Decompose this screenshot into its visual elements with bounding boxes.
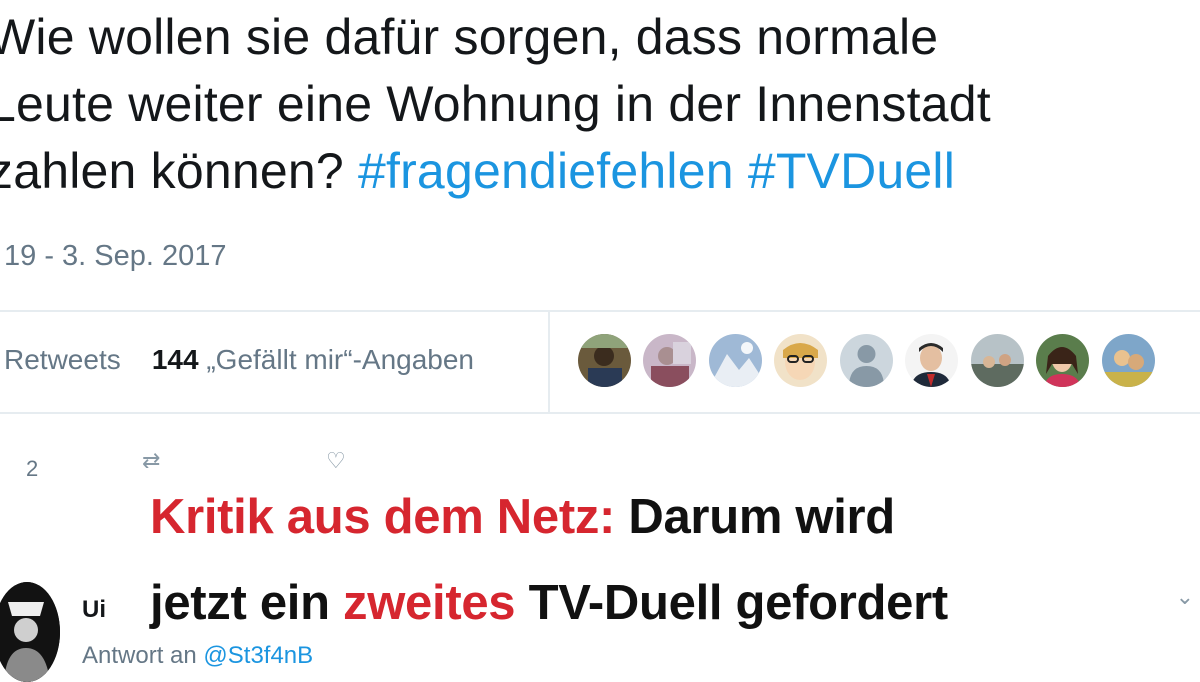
reply-count[interactable]: 2 — [26, 456, 38, 482]
avatar[interactable] — [1101, 334, 1155, 387]
avatar[interactable] — [643, 334, 697, 387]
headline-text: Darum wird — [628, 490, 895, 544]
reply-to-line: Antwort an @St3f4nB — [82, 642, 313, 670]
tweet-line-1: Wie wollen sie dafür sorgen, dass normal… — [0, 9, 939, 65]
divider — [548, 312, 550, 412]
avatar[interactable] — [578, 334, 631, 387]
reply-to-label: Antwort an — [82, 642, 197, 669]
likes-count[interactable]: 144 — [152, 344, 199, 375]
headline-line-1: Kritik aus dem Netz: Darum wird — [150, 474, 1110, 560]
reply-username[interactable]: Ui — [82, 596, 106, 624]
avatar[interactable] — [774, 334, 828, 387]
avatar[interactable] — [1036, 334, 1090, 387]
avatar[interactable] — [839, 334, 893, 387]
avatar[interactable] — [905, 334, 959, 387]
avatar[interactable] — [0, 582, 60, 682]
tweet-line-3: zahlen können? #fragendiefehlen #TVDuell — [0, 138, 1200, 205]
reply-item: Ui Antwort an @St3f4nB ⌄ — [0, 570, 1200, 682]
tweet-text: Wie wollen sie dafür sorgen, dass normal… — [0, 4, 1200, 205]
tweet-line-3-text: zahlen können? — [0, 143, 344, 199]
hashtag-link[interactable]: #fragendiefehlen — [358, 143, 734, 199]
avatar[interactable] — [970, 334, 1024, 387]
retweets-label[interactable]: Retweets — [4, 344, 121, 375]
liker-avatars — [578, 334, 1163, 390]
tweet-stats: Retweets 144 „Gefällt mir“-Angaben — [0, 312, 1200, 412]
hashtag-link[interactable]: #TVDuell — [748, 143, 955, 199]
divider — [0, 412, 1200, 414]
headline-highlight: Kritik aus dem Netz: — [150, 490, 616, 544]
tweet-timestamp[interactable]: 19 - 3. Sep. 2017 — [4, 240, 227, 273]
chevron-down-icon[interactable]: ⌄ — [1176, 584, 1194, 610]
mention-link[interactable]: @St3f4nB — [203, 642, 313, 669]
avatar[interactable] — [708, 334, 762, 387]
tweet-line-2: Leute weiter eine Wohnung in der Innenst… — [0, 76, 991, 132]
likes-label[interactable]: „Gefällt mir“-Angaben — [206, 344, 474, 375]
stats-text: Retweets 144 „Gefällt mir“-Angaben — [4, 344, 474, 376]
